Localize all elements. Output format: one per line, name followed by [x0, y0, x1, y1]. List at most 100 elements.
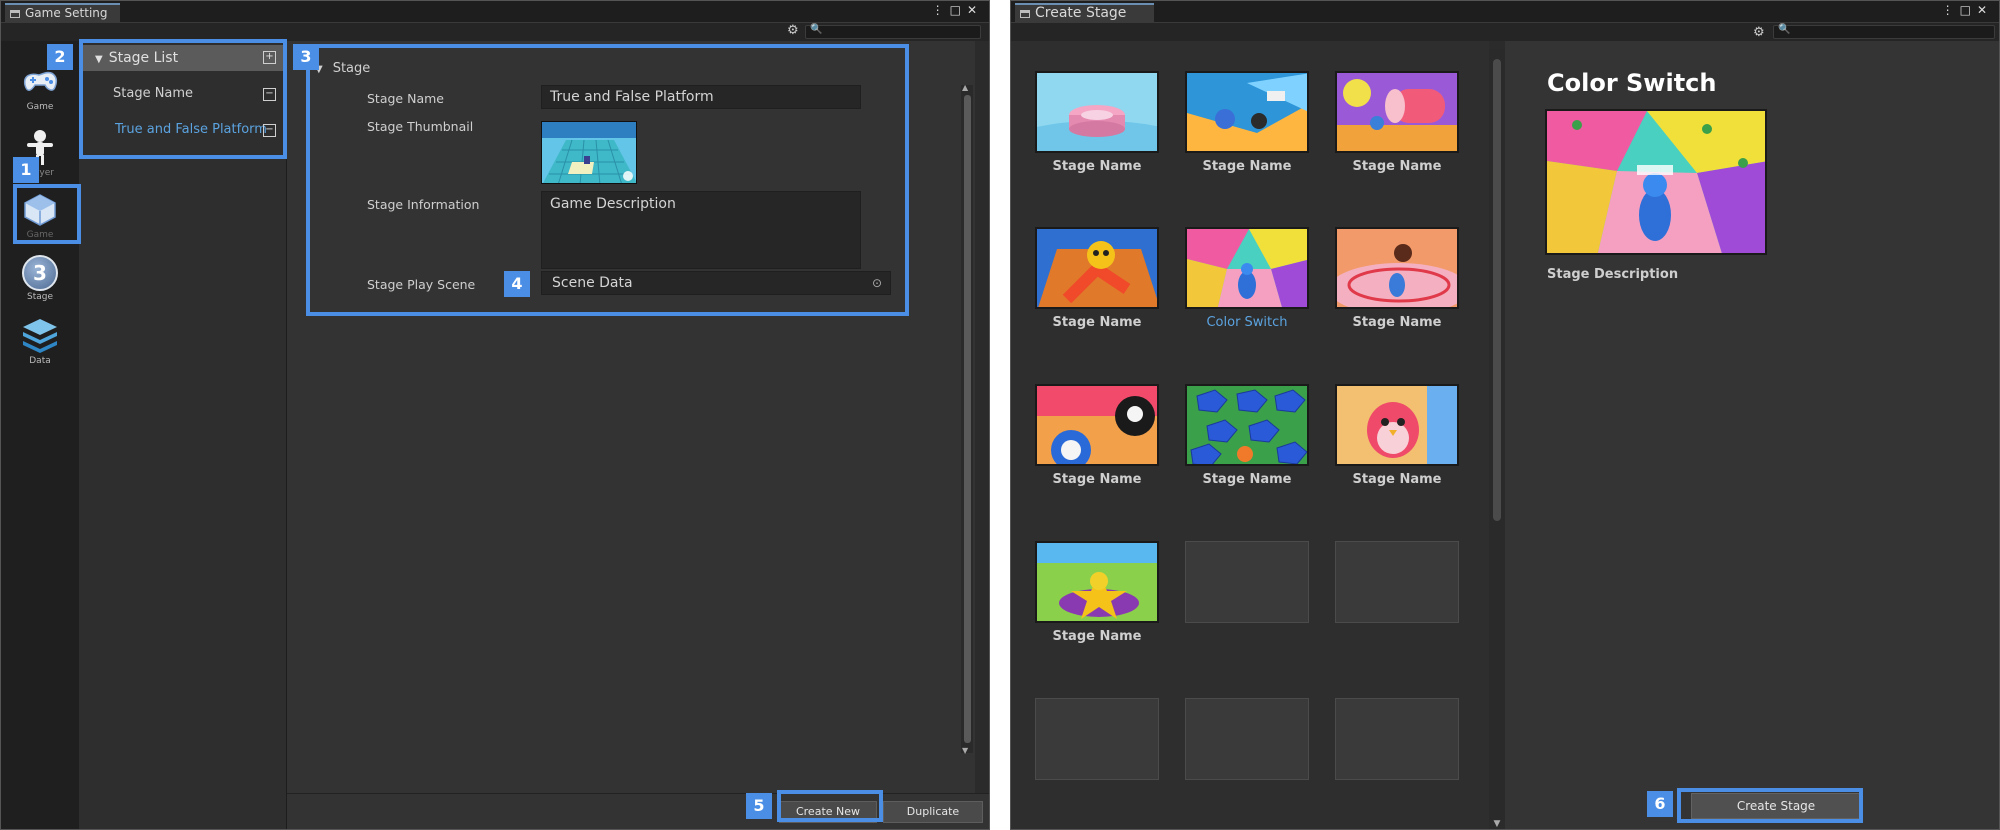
tab-label: Game Setting: [25, 6, 108, 20]
more-options-icon[interactable]: ⋮: [1942, 3, 1960, 17]
bottom-action-bar: Create New Duplicate: [287, 793, 989, 829]
stage-card-name: Color Switch: [1206, 315, 1288, 330]
gamemode-cube-icon: [19, 191, 61, 229]
stage-number-icon: 3: [22, 255, 58, 291]
rail-item-data[interactable]: Data: [15, 315, 65, 373]
stage-list-item-selected[interactable]: True and False Platform −: [79, 115, 286, 145]
create-new-button[interactable]: Create New: [779, 801, 877, 823]
stage-card-name: Stage Name: [1052, 159, 1142, 174]
scrollbar-thumb[interactable]: [964, 95, 971, 743]
collapse-triangle-icon[interactable]: ▼: [95, 54, 103, 65]
annotation-badge-4: 4: [504, 271, 530, 297]
close-icon[interactable]: ✕: [967, 3, 983, 17]
stage-card[interactable]: Stage Name: [1185, 384, 1309, 487]
stage-card[interactable]: Stage Name: [1035, 71, 1159, 174]
stage-card-thumbnail: [1335, 227, 1459, 309]
annotation-badge-1: 1: [13, 157, 39, 183]
stage-detail-panel: ▼Stage Stage Name True and False Platfor…: [287, 41, 975, 793]
search-icon: 🔍: [810, 24, 823, 35]
search-input[interactable]: 🔍: [1773, 24, 1995, 39]
stage-preview-panel: Color Switch Stage Description Create St…: [1505, 41, 1999, 829]
stage-card-thumbnail: [1185, 71, 1309, 153]
stage-thumbnail-image[interactable]: [541, 121, 637, 184]
preview-title: Color Switch: [1547, 69, 1717, 97]
stage-card-name: Stage Name: [1052, 472, 1142, 487]
scroll-up-icon[interactable]: ▲: [962, 83, 968, 92]
close-icon[interactable]: ✕: [1977, 3, 1993, 17]
stage-information-label: Stage Information: [367, 197, 480, 212]
stage-card[interactable]: Stage Name: [1035, 384, 1159, 487]
preview-description: Stage Description: [1547, 267, 1679, 282]
rail-item-stage[interactable]: 3 Stage: [15, 253, 65, 311]
stage-name-field[interactable]: True and False Platform: [541, 85, 861, 109]
annotation-badge-6: 6: [1647, 791, 1673, 817]
empty-stage-slot: [1335, 541, 1459, 623]
tab-game-setting[interactable]: Game Setting: [5, 3, 120, 23]
vertical-scrollbar[interactable]: ▲ ▼: [961, 83, 973, 755]
window-icon: [10, 10, 20, 18]
stage-card-thumbnail: [1035, 227, 1159, 309]
duplicate-button[interactable]: Duplicate: [883, 801, 983, 823]
remove-stage-button[interactable]: −: [263, 88, 276, 101]
maximize-icon[interactable]: □: [1960, 3, 1977, 17]
empty-slot-box: [1335, 698, 1459, 780]
search-icon: 🔍: [1778, 24, 1791, 35]
stage-name-label: Stage Name: [367, 91, 444, 106]
stage-card-name: Stage Name: [1352, 159, 1442, 174]
stage-list-header[interactable]: ▼ Stage List +: [81, 45, 284, 71]
stage-card[interactable]: Stage Name: [1335, 227, 1459, 330]
gear-icon[interactable]: ⚙: [787, 23, 799, 38]
annotation-badge-2: 2: [47, 44, 73, 70]
stage-list-panel: ▼ Stage List + Stage Name − True and Fals…: [79, 41, 287, 829]
annotation-badge-3: 3: [293, 44, 319, 70]
stage-card-name: Stage Name: [1202, 159, 1292, 174]
maximize-icon[interactable]: □: [950, 3, 967, 17]
stage-card[interactable]: Stage Name: [1335, 384, 1459, 487]
empty-stage-slot: [1035, 698, 1159, 780]
scroll-down-icon[interactable]: ▼: [1489, 819, 1505, 829]
window-icon: [1020, 10, 1030, 18]
stage-list-item[interactable]: Stage Name −: [79, 79, 286, 109]
empty-slot-box: [1185, 541, 1309, 623]
rail-label: Game: [26, 102, 54, 112]
empty-stage-slot: [1335, 698, 1459, 780]
preview-image: [1545, 109, 1767, 255]
stage-information-field[interactable]: Game Description: [541, 191, 861, 269]
empty-slot-box: [1185, 698, 1309, 780]
stage-card[interactable]: Stage Name: [1035, 227, 1159, 330]
stage-card-thumbnail: [1335, 384, 1459, 466]
annotation-badge-5: 5: [746, 793, 772, 819]
create-stage-button[interactable]: Create Stage: [1691, 793, 1861, 819]
stage-card[interactable]: Stage Name: [1185, 71, 1309, 174]
rail-item-gamemode[interactable]: Game: [15, 189, 65, 247]
stage-card-selected[interactable]: Color Switch: [1185, 227, 1309, 330]
tab-label: Create Stage: [1035, 5, 1127, 21]
tab-create-stage[interactable]: Create Stage: [1015, 3, 1155, 23]
stage-template-grid: Stage Name Stage Name Stage Name Stage N…: [1011, 41, 1489, 829]
remove-stage-button[interactable]: −: [263, 124, 276, 137]
object-picker-icon[interactable]: ⊙: [872, 272, 882, 294]
section-stage[interactable]: ▼Stage: [315, 61, 370, 76]
rail-label: Data: [29, 356, 51, 366]
rail-label: Game: [26, 230, 54, 240]
stage-card-name: Stage Name: [1052, 315, 1142, 330]
stage-list-item-label: Stage Name: [113, 86, 194, 101]
stage-card-thumbnail: [1035, 541, 1159, 623]
data-stack-icon: [19, 317, 61, 355]
stage-card[interactable]: Stage Name: [1035, 541, 1159, 644]
grid-scrollbar[interactable]: [1489, 49, 1505, 821]
search-input[interactable]: 🔍: [805, 24, 981, 39]
create-stage-window: Create Stage ⋮□✕ ⚙ 🔍 Stage Name Stage Na…: [1010, 0, 2000, 830]
stage-play-scene-field[interactable]: Scene Data ⊙: [541, 271, 891, 295]
stage-card-thumbnail: [1335, 71, 1459, 153]
add-stage-button[interactable]: +: [263, 51, 276, 64]
stage-thumbnail-label: Stage Thumbnail: [367, 119, 474, 134]
scrollbar-thumb[interactable]: [1493, 59, 1501, 521]
stage-card-name: Stage Name: [1052, 629, 1142, 644]
scroll-down-icon[interactable]: ▼: [962, 746, 968, 755]
stage-card[interactable]: Stage Name: [1335, 71, 1459, 174]
stage-card-thumbnail: [1035, 384, 1159, 466]
section-title: Stage: [332, 61, 371, 76]
gear-icon[interactable]: ⚙: [1753, 25, 1765, 40]
more-options-icon[interactable]: ⋮: [932, 3, 950, 17]
